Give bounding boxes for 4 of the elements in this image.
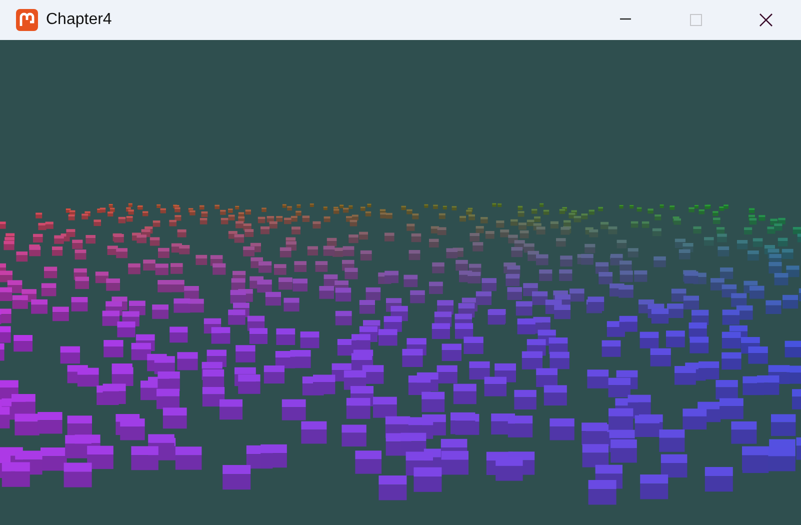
window-title: Chapter4	[46, 10, 112, 30]
maximize-icon	[690, 14, 702, 26]
app-logo-icon	[16, 9, 38, 31]
close-icon	[760, 14, 772, 26]
